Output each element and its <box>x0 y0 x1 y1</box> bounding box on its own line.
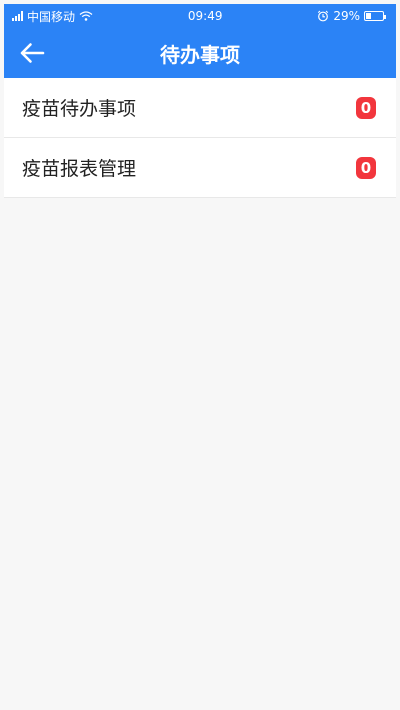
list-item-vaccine-todo[interactable]: 疫苗待办事项 0 <box>4 78 396 138</box>
status-right: 29% <box>317 9 386 23</box>
app-screen: 中国移动 09:49 29% 待办事项 疫苗待办事项 0 疫苗报表管理 0 <box>4 4 396 706</box>
status-bar: 中国移动 09:49 29% <box>4 4 396 28</box>
status-left: 中国移动 <box>12 8 93 25</box>
list-item-label: 疫苗待办事项 <box>22 98 137 120</box>
page-title: 待办事项 <box>160 42 240 67</box>
list-item-vaccine-reports[interactable]: 疫苗报表管理 0 <box>4 138 396 198</box>
battery-percent: 29% <box>333 9 360 23</box>
wifi-icon <box>79 11 93 21</box>
list-item-label: 疫苗报表管理 <box>22 158 137 180</box>
todo-list: 疫苗待办事项 0 疫苗报表管理 0 <box>4 78 396 198</box>
alarm-icon <box>318 10 329 22</box>
carrier-label: 中国移动 <box>27 9 76 24</box>
signal-icon <box>12 11 23 21</box>
title-bar: 待办事项 <box>4 28 396 78</box>
status-time: 09:49 <box>187 9 223 23</box>
count-badge: 0 <box>356 96 376 119</box>
back-button[interactable] <box>18 39 46 67</box>
app-bar: 中国移动 09:49 29% 待办事项 <box>4 4 396 78</box>
battery-level-fill <box>366 13 371 19</box>
count-badge: 0 <box>356 156 376 179</box>
battery-icon <box>364 11 386 21</box>
arrow-left-icon <box>20 43 45 63</box>
